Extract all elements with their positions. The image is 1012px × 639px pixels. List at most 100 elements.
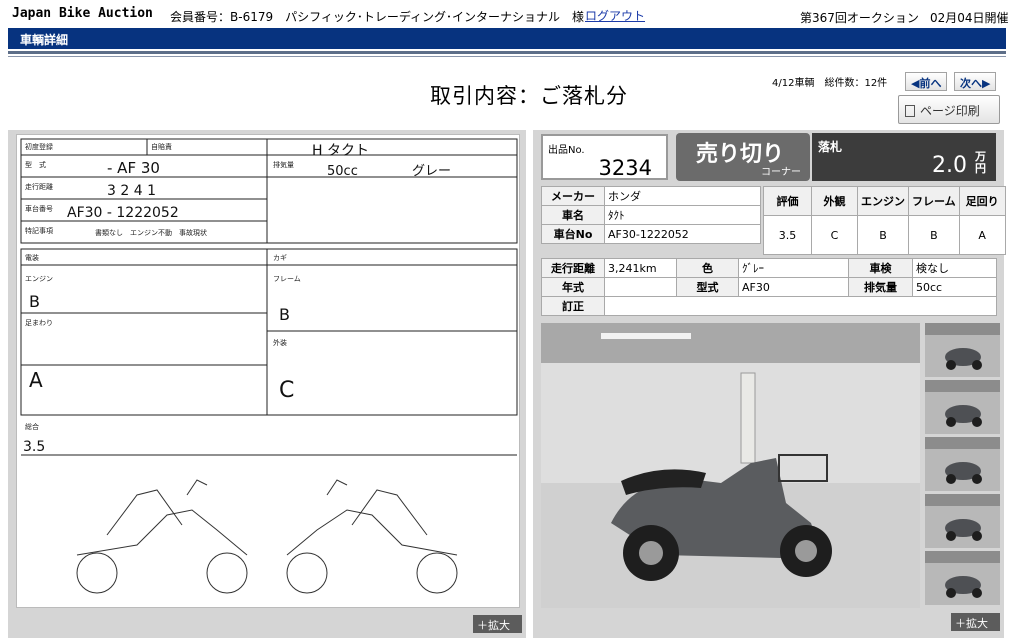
svg-text:3.5: 3.5 [23, 439, 45, 455]
svg-text:特記事項: 特記事項 [25, 226, 53, 235]
page-icon [905, 105, 915, 117]
svg-text:走行距離: 走行距離 [25, 182, 53, 191]
svg-text:B: B [279, 305, 290, 324]
svg-text:初度登録: 初度登録 [25, 142, 53, 151]
svg-text:- AF 30: - AF 30 [107, 159, 160, 177]
handwritten-name: H タクト [312, 143, 369, 159]
member-info: 会員番号：B-6179 パシフィック･トレーディング･インターナショナル 様 [170, 10, 585, 24]
rating-value: 3.5 [763, 215, 812, 255]
price-value: 2.0 [932, 153, 967, 178]
correction-value [604, 296, 997, 316]
svg-text:エンジン: エンジン [25, 275, 53, 283]
sheet-zoom-button[interactable]: ＋拡大 [473, 615, 522, 633]
maker-label: メーカー [541, 186, 605, 206]
sold-badge: 売り切り コーナー [676, 133, 810, 181]
page-title: 取引内容：ご落札分 [430, 84, 628, 108]
prev-button[interactable]: ◀前へ [905, 72, 948, 91]
svg-text:3 2 4 1: 3 2 4 1 [107, 183, 156, 199]
top-bar: Japan Bike Auction 会員番号：B-6179 パシフィック･トレ… [0, 0, 1012, 28]
svg-text:型 式: 型 式 [25, 160, 46, 169]
thumbnail-image [925, 437, 1000, 491]
price-box: 落札 2.0 万円 [812, 133, 996, 181]
svg-text:電装: 電装 [25, 253, 39, 262]
svg-text:車台番号: 車台番号 [25, 204, 53, 213]
svg-text:AF30 - 1222052: AF30 - 1222052 [67, 205, 179, 221]
name-value: ﾀｸﾄ [604, 205, 761, 225]
chassis-label: 車台No [541, 224, 605, 244]
svg-text:外装: 外装 [273, 338, 287, 347]
mileage-label: 走行距離 [541, 258, 605, 278]
section-bar: 車輌詳細 [8, 28, 1006, 49]
rating-value: B [857, 215, 909, 255]
spec-table: メーカー ホンダ 車名 ﾀｸﾄ 車台No AF30-1222052 [541, 186, 761, 244]
rating-value: A [958, 215, 1006, 255]
svg-text:C: C [279, 378, 294, 403]
rating-header: 外観 [811, 186, 858, 216]
svg-text:書類なし エンジン不動 事故現状: 書類なし エンジン不動 事故現状 [95, 228, 207, 237]
divider [8, 56, 1006, 57]
chassis-value: AF30-1222052 [604, 224, 761, 244]
photo-thumbnail[interactable] [925, 437, 1000, 491]
svg-text:B: B [29, 292, 40, 311]
scooter-photo-drawing [541, 323, 920, 608]
lot-number: 3234 [598, 156, 652, 180]
rating-value: B [908, 215, 960, 255]
correction-label: 訂正 [541, 296, 605, 316]
inspection-sheet-drawing: 初度登録 自賠責 型 式 排気量 走行距離 車台番号 特記事項 書類なし エンジン不動… [20, 138, 518, 594]
print-label: ページ印刷 [920, 104, 980, 118]
photo-thumbnail[interactable] [925, 380, 1000, 434]
photo-thumbnail[interactable] [925, 323, 1000, 377]
model-label: 型式 [676, 277, 739, 297]
rating-header: 足回り [958, 186, 1006, 216]
thumbnail-image [925, 380, 1000, 434]
rating-header: エンジン [857, 186, 909, 216]
lot-label: 出品No. [548, 145, 585, 156]
thumbnail-image [925, 551, 1000, 605]
detail-table: 走行距離 3,241km 色 ｸﾞﾚｰ 車検 検なし 年式 型式 AF30 排気… [541, 258, 997, 316]
inspection-value: 検なし [912, 258, 997, 278]
auction-date: 02月04日開催 [930, 11, 1009, 25]
lot-number-box: 出品No. 3234 [541, 134, 668, 180]
next-button[interactable]: 次へ▶ [954, 72, 997, 91]
photo-thumbnail[interactable] [925, 494, 1000, 548]
divider [8, 51, 1006, 54]
print-button[interactable]: ページ印刷 [898, 95, 1000, 124]
corner-label: コーナー [761, 167, 801, 178]
color-label: 色 [676, 258, 739, 278]
site-logo[interactable]: Japan Bike Auction [12, 6, 153, 21]
svg-text:50cc: 50cc [327, 164, 358, 179]
price-unit: 万円 [975, 150, 986, 175]
displacement-label: 排気量 [848, 277, 913, 297]
photo-zoom-button[interactable]: ＋拡大 [951, 613, 1000, 631]
thumbnail-image [925, 323, 1000, 377]
main-vehicle-photo[interactable] [541, 323, 920, 608]
svg-text:総合: 総合 [25, 422, 39, 431]
svg-text:グレー: グレー [412, 164, 451, 179]
color-value: ｸﾞﾚｰ [738, 258, 849, 278]
svg-text:A: A [29, 368, 43, 392]
name-label: 車名 [541, 205, 605, 225]
inspection-sheet-image[interactable]: 初度登録 自賠責 型 式 排気量 走行距離 車台番号 特記事項 書類なし エンジン不動… [16, 134, 520, 608]
rating-header: フレーム [908, 186, 960, 216]
logout-link[interactable]: ログアウト [585, 7, 645, 24]
svg-text:フレーム: フレーム [273, 275, 301, 283]
vehicle-counter: 4/12車輌 総件数：12件 [772, 78, 888, 89]
model-value: AF30 [738, 277, 849, 297]
inspection-label: 車検 [848, 258, 913, 278]
svg-text:足まわり: 足まわり [25, 319, 53, 327]
price-label: 落札 [818, 140, 843, 154]
rating-header: 評価 [763, 186, 812, 216]
photo-thumbnail[interactable] [925, 551, 1000, 605]
displacement-value: 50cc [912, 277, 997, 297]
thumbnail-image [925, 494, 1000, 548]
maker-value: ホンダ [604, 186, 761, 206]
svg-text:排気量: 排気量 [273, 160, 294, 169]
section-title: 車輌詳細 [20, 33, 69, 47]
thumbnail-strip [925, 323, 1000, 608]
year-value [604, 277, 677, 297]
rating-value: C [811, 215, 858, 255]
rating-table: 評価 外観 エンジン フレーム 足回り 3.5 C B B A [763, 186, 1006, 255]
year-label: 年式 [541, 277, 605, 297]
mileage-value: 3,241km [604, 258, 677, 278]
auction-number: 第367回オークション [800, 11, 919, 25]
